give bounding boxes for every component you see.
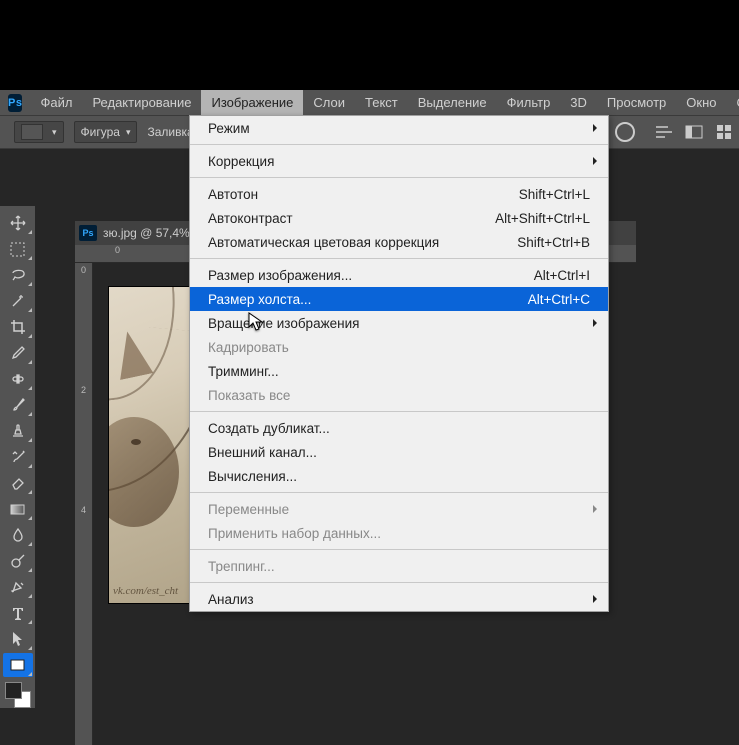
menu-image-dropdown: РежимКоррекцияАвтотонShift+Ctrl+LАвтокон… [189,115,609,612]
menu-item-label: Переменные [208,502,590,517]
menu-item-label: Создать дубликат... [208,421,590,436]
tool-rectangle[interactable] [3,653,33,677]
menu-item-label: Применить набор данных... [208,526,590,541]
tool-eyedropper[interactable] [3,341,33,365]
menu-item[interactable]: Вращение изображения [190,311,608,335]
menu-item-label: Размер изображения... [208,268,516,283]
chevron-down-icon: ▾ [126,127,131,138]
menu-item: Показать все [190,383,608,407]
menubar: Ps Файл Редактирование Изображение Слои … [0,90,739,115]
menu-item-label: Автотон [208,187,501,202]
menu-item: Кадрировать [190,335,608,359]
align-left-icon[interactable] [655,123,673,141]
tool-marquee[interactable] [3,237,33,261]
tool-type[interactable] [3,601,33,625]
submenu-arrow-icon [592,123,598,133]
foreground-background-color[interactable] [5,682,31,708]
submenu-arrow-icon [592,156,598,166]
menu-item-label: Автоматическая цветовая коррекция [208,235,499,250]
menu-item-shortcut: Alt+Shift+Ctrl+L [477,211,590,226]
tool-preset-dropdown[interactable]: ▾ [14,121,64,143]
ruler-vertical[interactable]: 0 2 4 [75,263,93,745]
tool-lasso[interactable] [3,263,33,287]
menu-select[interactable]: Выделение [408,90,497,115]
menu-item-shortcut: Alt+Ctrl+C [510,292,590,307]
menu-help[interactable]: Справка [727,90,739,115]
panel-toggle-icon[interactable] [685,123,703,141]
menu-item-label: Внешний канал... [208,445,590,460]
tool-pen[interactable] [3,575,33,599]
submenu-arrow-icon [592,504,598,514]
menu-layers[interactable]: Слои [303,90,355,115]
menu-image[interactable]: Изображение [201,90,303,115]
menu-item: Применить набор данных... [190,521,608,545]
menu-item[interactable]: Режим [190,116,608,140]
menu-file[interactable]: Файл [30,90,82,115]
menu-item: Переменные [190,497,608,521]
tool-heal[interactable] [3,367,33,391]
tool-dodge[interactable] [3,549,33,573]
tool-path-select[interactable] [3,627,33,651]
menu-view[interactable]: Просмотр [597,90,676,115]
menu-item[interactable]: Размер холста...Alt+Ctrl+C [190,287,608,311]
menu-item-label: Вращение изображения [208,316,590,331]
menu-item-label: Размер холста... [208,292,510,307]
photoshop-logo: Ps [8,94,22,112]
tool-crop[interactable] [3,315,33,339]
color-wheel-icon[interactable] [615,122,635,142]
menu-item[interactable]: Автоматическая цветовая коррекцияShift+C… [190,230,608,254]
menu-item-label: Показать все [208,388,590,403]
shape-mode-dropdown[interactable]: Фигура ▾ [74,121,138,143]
menu-edit[interactable]: Редактирование [82,90,201,115]
tool-history-brush[interactable] [3,445,33,469]
watermark-text: vk.com/est_cht [113,585,178,597]
menu-item-shortcut: Shift+Ctrl+L [501,187,590,202]
menu-type[interactable]: Текст [355,90,408,115]
menu-item[interactable]: Размер изображения...Alt+Ctrl+I [190,263,608,287]
tool-brush[interactable] [3,393,33,417]
menu-item: Треппинг... [190,554,608,578]
tool-eraser[interactable] [3,471,33,495]
tool-move[interactable] [3,211,33,235]
menu-item[interactable]: АвтоконтрастAlt+Shift+Ctrl+L [190,206,608,230]
menu-item-label: Коррекция [208,154,590,169]
settings-icon[interactable] [715,123,733,141]
shape-mode-label: Фигура [81,125,120,139]
tool-stamp[interactable] [3,419,33,443]
toolbox [0,206,35,708]
menu-window[interactable]: Окно [676,90,726,115]
outer-black-area [0,0,739,90]
tool-gradient[interactable] [3,497,33,521]
tool-wand[interactable] [3,289,33,313]
menu-item-label: Тримминг... [208,364,590,379]
menu-item-shortcut: Alt+Ctrl+I [516,268,590,283]
menu-item[interactable]: Тримминг... [190,359,608,383]
submenu-arrow-icon [592,318,598,328]
tool-blur[interactable] [3,523,33,547]
menu-item[interactable]: Создать дубликат... [190,416,608,440]
menu-item-label: Треппинг... [208,559,590,574]
menu-item-label: Кадрировать [208,340,590,355]
menu-item-shortcut: Shift+Ctrl+B [499,235,590,250]
menu-item[interactable]: АвтотонShift+Ctrl+L [190,182,608,206]
menu-item[interactable]: Коррекция [190,149,608,173]
menu-3d[interactable]: 3D [560,90,597,115]
foreground-color-swatch[interactable] [5,682,22,699]
document-tab-title: зю.jpg @ 57,4% [103,226,190,240]
submenu-arrow-icon [592,594,598,604]
menu-item-label: Вычисления... [208,469,590,484]
menu-item-label: Анализ [208,592,590,607]
menu-item-label: Режим [208,121,590,136]
menu-item[interactable]: Внешний канал... [190,440,608,464]
document-image[interactable]: vk.com/est_cht [109,287,200,603]
menu-item[interactable]: Анализ [190,587,608,611]
menu-item-label: Автоконтраст [208,211,477,226]
chevron-down-icon: ▾ [52,127,57,138]
menu-filter[interactable]: Фильтр [497,90,561,115]
photoshop-logo: Ps [79,225,97,241]
menu-item[interactable]: Вычисления... [190,464,608,488]
rectangle-icon [21,124,43,140]
